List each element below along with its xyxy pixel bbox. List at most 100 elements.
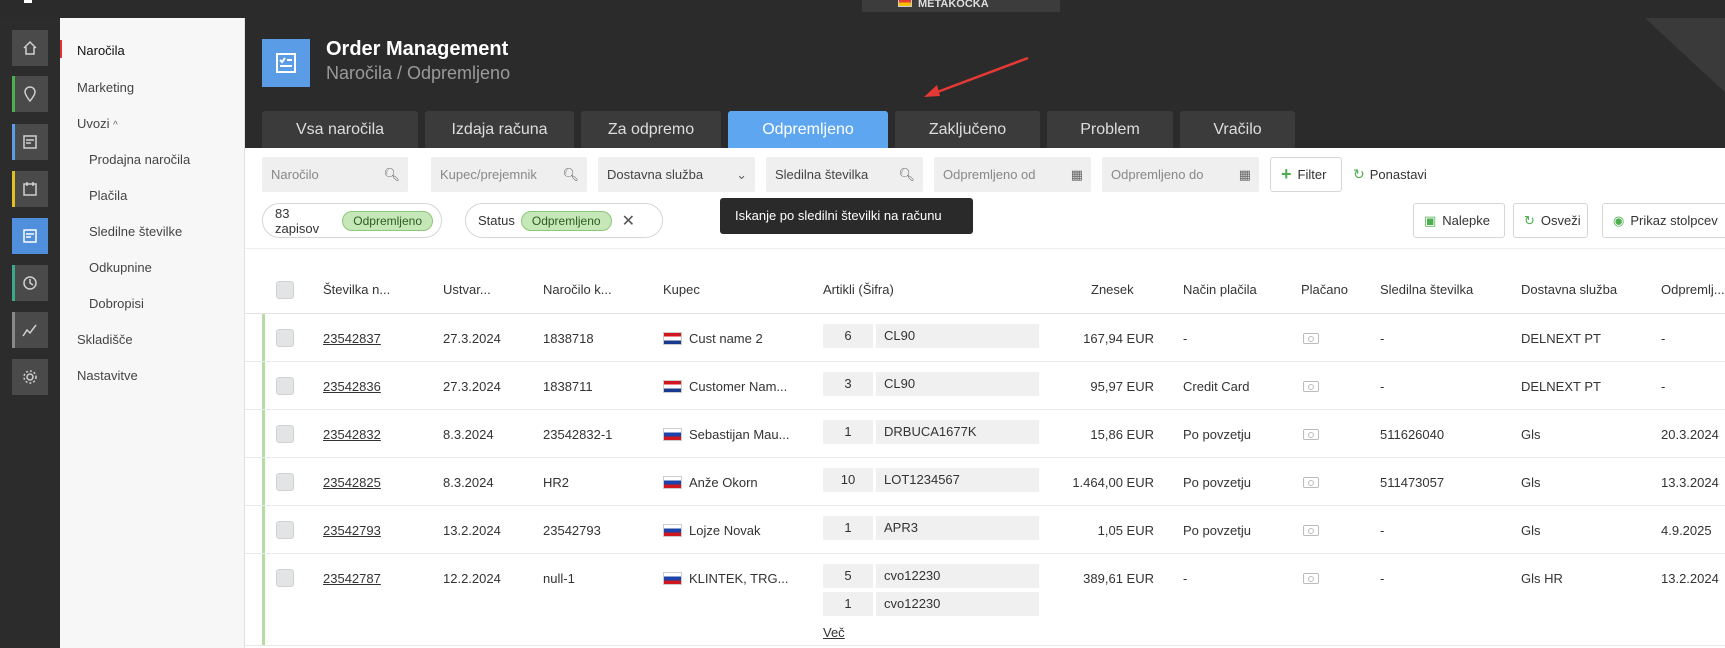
rail-orders-icon[interactable] [12,124,48,160]
table-row[interactable]: 23542787 12.2.2024 null-1 KLINTEK, TRG... 5 c… [245,554,1725,646]
order-number-link[interactable]: 23542832 [323,427,381,442]
tab-problem[interactable]: Problem [1047,111,1173,148]
table-row[interactable]: 23542825 8.3.2024 HR2 Anže Okorn 10 LOT123456… [245,458,1725,506]
tab-za-odpremo[interactable]: Za odpremo [581,111,721,148]
tracking-tooltip: Iskanje po sledilni številki na računu [720,198,973,234]
row-checkbox[interactable] [276,377,294,395]
paid-money-icon [1303,429,1319,440]
tab-zakljuceno[interactable]: Zaključeno [895,111,1040,148]
created-date: 8.3.2024 [443,475,494,490]
delivery-service: DELNEXT PT [1521,331,1601,346]
brand-tab[interactable]: METAKOCKA [862,0,1060,12]
rail-analytics-icon[interactable] [12,312,48,348]
delivery-service: Gls [1521,475,1541,490]
sidebar-item-placila[interactable]: Plačila [89,188,127,203]
sidebar-item-narocila[interactable]: Naročila [77,43,125,58]
item-sku: cvo12230 [876,564,1039,588]
table-row[interactable]: 23542836 27.3.2024 1838711 Customer Nam... 3… [245,362,1725,410]
filter-button-label: Filter [1297,167,1327,182]
rail-clock-icon[interactable] [12,265,48,301]
col-customer[interactable]: Kupec [663,282,700,297]
tracking-number-input[interactable]: Sledilna številka 🔍︎ [766,157,923,192]
tracking-number: - [1380,379,1385,394]
paid-money-icon [1303,333,1319,344]
sidebar-item-uvozi-label: Uvozi [77,116,110,131]
customer-search-input[interactable]: Kupec/prejemnik 🔍︎ [431,157,587,192]
eye-icon: ◉ [1613,212,1625,228]
table-row[interactable]: 23542793 13.2.2024 23542793 Lojze Novak 1 APR… [245,506,1725,554]
reset-button[interactable]: ↻ Ponastavi [1353,166,1427,183]
row-checkbox[interactable] [276,425,294,443]
row-checkbox[interactable] [276,329,294,347]
rail-settings-icon[interactable] [12,359,48,395]
col-items[interactable]: Artikli (Šifra) [823,282,894,297]
shipped-date: - [1661,331,1666,346]
row-status-stripe [262,314,265,361]
filter-button[interactable]: + Filter [1270,157,1342,192]
more-items-link[interactable]: Več [823,625,845,640]
select-all-checkbox[interactable] [276,281,294,299]
order-number-link[interactable]: 23542793 [323,523,381,538]
country-flag-icon [663,476,682,489]
shipped-to-placeholder: Odpremljeno do [1111,167,1204,182]
col-customer-order[interactable]: Naročilo k... [543,282,612,297]
show-columns-button[interactable]: ◉ Prikaz stolpcev [1602,203,1725,238]
amount: 1,05 EUR [1097,523,1154,538]
col-payment-method[interactable]: Način plačila [1183,282,1257,297]
refresh-button[interactable]: ↻ Osveži [1513,203,1588,238]
col-paid[interactable]: Plačano [1301,282,1348,297]
order-search-input[interactable]: Naročilo 🔍︎ [262,157,408,192]
created-date: 27.3.2024 [443,331,501,346]
order-number-link[interactable]: 23542825 [323,475,381,490]
sidebar-item-marketing[interactable]: Marketing [77,80,134,95]
delivery-service-select[interactable]: Dostavna služba ⌄ [598,157,755,192]
rail-location-icon[interactable] [12,76,48,112]
table-row[interactable]: 23542837 27.3.2024 1838718 Cust name 2 6 CL90… [245,314,1725,362]
row-checkbox[interactable] [276,521,294,539]
row-status-stripe [262,506,265,553]
sidebar-item-dobropisi[interactable]: Dobropisi [89,296,144,311]
payment-method: - [1183,331,1188,346]
sidebar-item-nastavitve[interactable]: Nastavitve [77,368,138,383]
top-bar: METAKOCKA [0,0,1725,18]
shipped-to-date-input[interactable]: Odpremljeno do ▦ [1102,157,1259,192]
item-sku: CL90 [876,324,1039,348]
order-number-link[interactable]: 23542837 [323,331,381,346]
sidebar-item-prodajna-narocila[interactable]: Prodajna naročila [89,152,190,167]
col-created[interactable]: Ustvar... [443,282,491,297]
sidebar-item-uvozi[interactable]: Uvozi ^ [77,116,118,131]
tab-izdaja-racuna[interactable]: Izdaja računa [425,111,574,148]
tab-vsa-narocila[interactable]: Vsa naročila [262,111,418,148]
col-shipped[interactable]: Odpremlj... [1661,282,1725,297]
shipped-from-date-input[interactable]: Odpremljeno od ▦ [934,157,1091,192]
remove-filter-close-icon[interactable]: ✕ [622,211,635,231]
sidebar-item-odkupnine[interactable]: Odkupnine [89,260,152,275]
rail-calendar-icon[interactable] [12,171,48,207]
tab-vracilo[interactable]: Vračilo [1180,111,1295,148]
table-header: Številka n... Ustvar... Naročilo k... Ku… [245,249,1725,314]
sidebar-item-skladisce[interactable]: Skladišče [77,332,133,347]
order-number-link[interactable]: 23542836 [323,379,381,394]
row-checkbox[interactable] [276,569,294,587]
country-flag-icon [663,332,682,345]
calendar-icon: ▦ [1070,167,1083,182]
col-amount[interactable]: Znesek [1091,282,1134,297]
row-checkbox[interactable] [276,473,294,491]
sidebar-item-sledilne-stevilke[interactable]: Sledilne številke [89,224,182,239]
menu-icon[interactable] [24,0,32,3]
created-date: 13.2.2024 [443,523,501,538]
delivery-service: DELNEXT PT [1521,379,1601,394]
col-order-number[interactable]: Številka n... [323,282,390,297]
rail-order-management-icon[interactable] [12,218,48,254]
paid-money-icon [1303,477,1319,488]
labels-button[interactable]: ▣ Nalepke [1413,203,1505,238]
delivery-service-value: Dostavna služba [607,167,704,182]
customer-search-placeholder: Kupec/prejemnik [440,167,537,182]
col-tracking-number[interactable]: Sledilna številka [1380,282,1473,297]
rail-home-icon[interactable] [12,30,48,66]
amount: 1.464,00 EUR [1072,475,1154,490]
tab-odpremljeno[interactable]: Odpremljeno [728,111,888,148]
table-row[interactable]: 23542832 8.3.2024 23542832-1 Sebastijan Mau… [245,410,1725,458]
col-delivery-service[interactable]: Dostavna služba [1521,282,1617,297]
order-number-link[interactable]: 23542787 [323,571,381,586]
